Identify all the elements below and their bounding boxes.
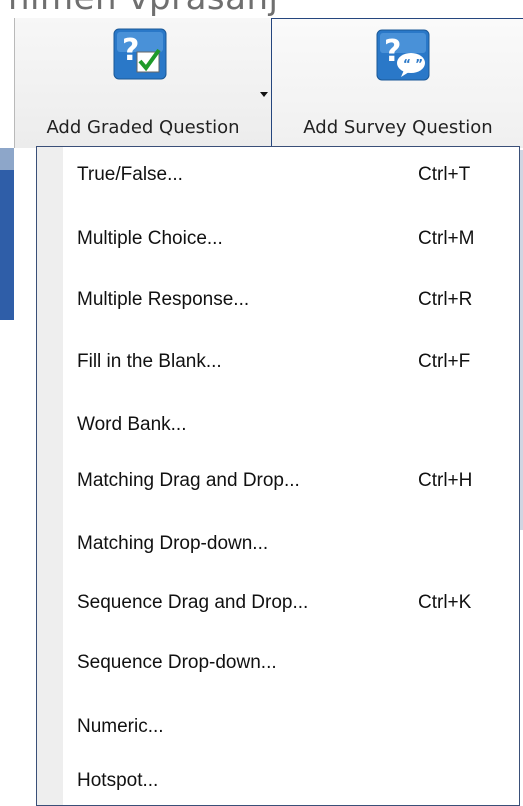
menu-item-label: Numeric... bbox=[77, 716, 164, 737]
menu-item-multiple-response[interactable]: Multiple Response... Ctrl+R bbox=[63, 280, 519, 320]
menu-item-label: Word Bank... bbox=[77, 414, 187, 435]
menu-item-label: True/False... bbox=[77, 164, 183, 185]
add-graded-question-button[interactable]: ? Add Graded Question bbox=[15, 18, 271, 146]
menu-item-label: Sequence Drop-down... bbox=[77, 652, 277, 673]
menu-item-sequence-drop-down[interactable]: Sequence Drop-down... bbox=[63, 643, 519, 683]
menu-icon-gutter bbox=[37, 147, 63, 805]
menu-item-shortcut: Ctrl+H bbox=[418, 470, 473, 491]
menu-item-label: Multiple Choice... bbox=[77, 228, 223, 249]
menu-item-shortcut: Ctrl+K bbox=[418, 592, 472, 613]
ribbon-toolbar: ? Add Graded Question ? “ ” Add Survey Q… bbox=[14, 18, 523, 148]
menu-item-shortcut: Ctrl+T bbox=[418, 164, 471, 185]
menu-item-sequence-drag-and-drop[interactable]: Sequence Drag and Drop... Ctrl+K bbox=[63, 583, 519, 623]
menu-item-matching-drop-down[interactable]: Matching Drop-down... bbox=[63, 524, 519, 564]
background-accent-strip bbox=[0, 170, 14, 320]
menu-item-matching-drag-and-drop[interactable]: Matching Drag and Drop... Ctrl+H bbox=[63, 461, 519, 501]
graded-question-label: Add Graded Question bbox=[46, 117, 240, 138]
question-check-icon: ? bbox=[113, 28, 167, 80]
survey-question-label: Add Survey Question bbox=[303, 117, 493, 138]
background-strip bbox=[0, 148, 14, 170]
menu-item-true-false[interactable]: True/False... Ctrl+T bbox=[63, 155, 519, 195]
menu-item-label: Sequence Drag and Drop... bbox=[77, 592, 309, 613]
menu-item-numeric[interactable]: Numeric... bbox=[63, 707, 519, 747]
menu-item-fill-in-the-blank[interactable]: Fill in the Blank... Ctrl+F bbox=[63, 342, 519, 382]
partial-heading-text: nimen vprasanj bbox=[0, 0, 523, 18]
menu-item-hotspot[interactable]: Hotspot... bbox=[63, 761, 519, 801]
menu-item-shortcut: Ctrl+M bbox=[418, 228, 475, 249]
menu-item-word-bank[interactable]: Word Bank... bbox=[63, 405, 519, 445]
graded-question-dropdown-menu: True/False... Ctrl+T Multiple Choice... … bbox=[36, 146, 520, 806]
menu-item-label: Matching Drag and Drop... bbox=[77, 470, 300, 491]
menu-item-label: Matching Drop-down... bbox=[77, 533, 269, 554]
menu-item-shortcut: Ctrl+F bbox=[418, 351, 471, 372]
add-survey-question-button[interactable]: ? “ ” Add Survey Question bbox=[271, 18, 523, 146]
svg-text:“ ”: “ ” bbox=[403, 57, 423, 71]
menu-item-label: Multiple Response... bbox=[77, 289, 250, 310]
menu-item-label: Hotspot... bbox=[77, 770, 159, 791]
menu-item-multiple-choice[interactable]: Multiple Choice... Ctrl+M bbox=[63, 219, 519, 259]
chevron-down-icon[interactable] bbox=[260, 92, 268, 97]
question-speech-bubble-icon: ? “ ” bbox=[376, 29, 430, 81]
menu-item-label: Fill in the Blank... bbox=[77, 351, 222, 372]
menu-item-shortcut: Ctrl+R bbox=[418, 289, 473, 310]
